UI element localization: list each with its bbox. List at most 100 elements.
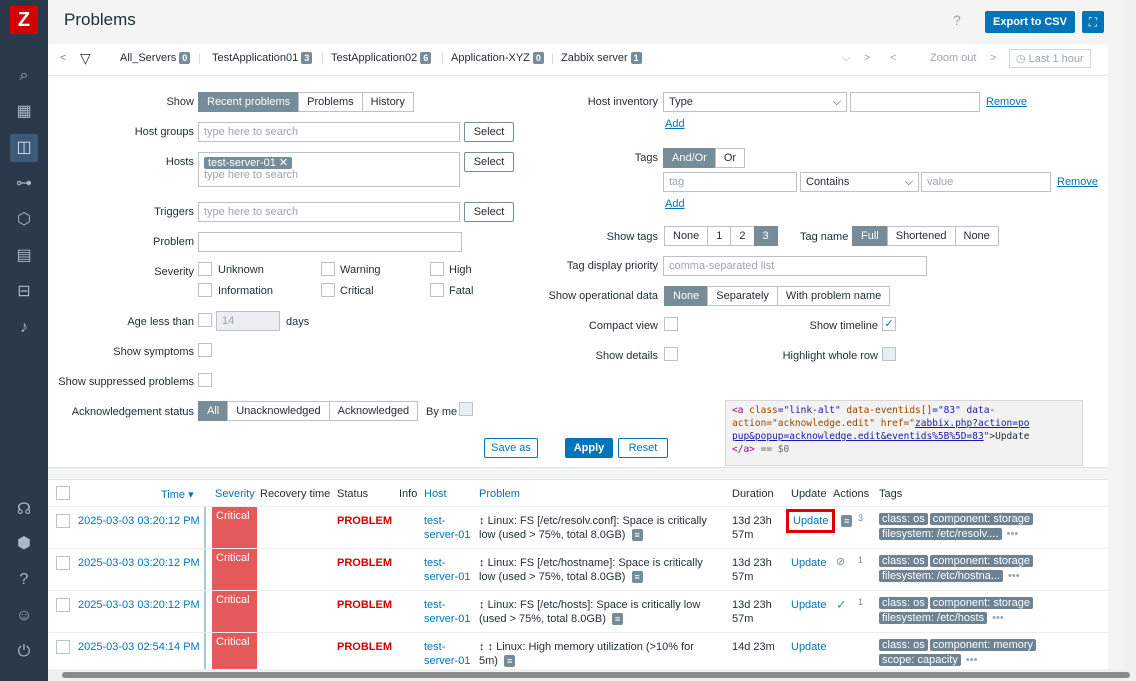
tab-zabbix-server[interactable]: Zabbix server 1 bbox=[561, 52, 642, 64]
tags-and-or[interactable]: And/Or bbox=[663, 148, 716, 168]
search-icon[interactable]: ⌕ bbox=[10, 62, 38, 90]
host-link-line1[interactable]: test- bbox=[424, 641, 445, 653]
tag-name-none[interactable]: None bbox=[954, 226, 999, 246]
update-link[interactable]: Update bbox=[791, 599, 826, 611]
sign-out-icon[interactable]: ⏻ bbox=[10, 638, 38, 666]
tag-add-link[interactable]: Add bbox=[665, 198, 685, 210]
save-as-button[interactable]: Save as bbox=[484, 438, 538, 458]
dashboard-icon[interactable]: ▦ bbox=[10, 98, 38, 126]
tag-chip[interactable]: class: os bbox=[879, 597, 928, 609]
integrations-icon[interactable]: ⬢ bbox=[10, 530, 38, 558]
severity-fatal-checkbox[interactable] bbox=[430, 283, 444, 297]
zoom-out-button[interactable]: Zoom out bbox=[930, 52, 976, 64]
severity-warning-checkbox[interactable] bbox=[321, 262, 335, 276]
problem-line1[interactable]: ↕ Linux: FS [/etc/hosts]: Space is criti… bbox=[479, 599, 700, 611]
ack-acknowledged[interactable]: Acknowledged bbox=[328, 401, 419, 421]
row-checkbox[interactable] bbox=[56, 640, 70, 654]
inventory-remove-link[interactable]: Remove bbox=[986, 96, 1027, 108]
tag-chip[interactable]: filesystem: /etc/hostna... bbox=[879, 570, 1003, 582]
suppressed-eye-icon[interactable]: ⊘ bbox=[836, 555, 845, 568]
reset-button[interactable]: Reset bbox=[618, 438, 668, 458]
problem-line1[interactable]: ↕ Linux: FS [/etc/hostname]: Space is cr… bbox=[479, 557, 703, 569]
triggers-input[interactable]: type here to search bbox=[198, 202, 460, 222]
tag-name-full[interactable]: Full bbox=[852, 226, 888, 246]
problem-time[interactable]: 2025-03-03 03:20:12 PM bbox=[78, 557, 200, 569]
show-tags-3[interactable]: 3 bbox=[753, 226, 778, 246]
by-me-checkbox[interactable] bbox=[459, 402, 473, 416]
host-inventory-select[interactable]: Type ⌵ bbox=[663, 92, 847, 112]
show-tags-none[interactable]: None bbox=[664, 226, 709, 246]
tag-name-shortened[interactable]: Shortened bbox=[886, 226, 956, 246]
acknowledged-check-icon[interactable]: ✓ bbox=[836, 597, 847, 613]
horizontal-scrollbar[interactable] bbox=[48, 669, 1136, 681]
tag-operator-select[interactable]: Contains ⌵ bbox=[800, 172, 919, 192]
show-recent-problems[interactable]: Recent problems bbox=[198, 92, 300, 112]
compact-view-checkbox[interactable] bbox=[664, 317, 678, 331]
show-tags-1[interactable]: 1 bbox=[707, 226, 732, 246]
show-problems[interactable]: Problems bbox=[298, 92, 363, 112]
tab-application-xyz[interactable]: Application-XYZ 0 bbox=[451, 52, 544, 64]
header-problem[interactable]: Problem bbox=[479, 488, 520, 500]
tag-chip[interactable]: component: storage bbox=[929, 597, 1034, 609]
show-tags-2[interactable]: 2 bbox=[730, 226, 755, 246]
chevron-down-icon[interactable]: ⌵ bbox=[842, 52, 850, 65]
actions-count[interactable]: 1 bbox=[858, 555, 863, 565]
hosts-multiselect[interactable]: test-server-01 ✕ type here to search bbox=[198, 152, 460, 187]
time-forward-icon[interactable]: > bbox=[990, 52, 996, 64]
triggers-select-button[interactable]: Select bbox=[464, 202, 514, 222]
host-link-line1[interactable]: test- bbox=[424, 515, 445, 527]
apply-button[interactable]: Apply bbox=[565, 438, 613, 458]
data-collection-icon[interactable]: ⊟ bbox=[10, 278, 38, 306]
problem-line2[interactable]: low (used > 75%, total 8.0GB) ≡ bbox=[479, 529, 643, 541]
help-icon[interactable]: ? bbox=[10, 566, 38, 594]
update-link[interactable]: Update bbox=[791, 641, 826, 653]
header-time[interactable]: Time ▾ bbox=[161, 488, 194, 501]
reports-icon[interactable]: ▤ bbox=[10, 242, 38, 270]
show-history[interactable]: History bbox=[361, 92, 414, 112]
problem-line2[interactable]: (used > 75%, total 8.0GB) ≡ bbox=[479, 613, 624, 625]
zabbix-logo[interactable]: Z bbox=[10, 6, 38, 34]
problem-input[interactable] bbox=[198, 232, 462, 252]
problem-line1[interactable]: ↕ ↕ Linux: High memory utilization (>10%… bbox=[479, 641, 694, 653]
more-icon[interactable]: ••• bbox=[989, 612, 1004, 624]
inventory-add-link[interactable]: Add bbox=[665, 118, 685, 130]
vertical-scrollbar[interactable] bbox=[1124, 0, 1136, 669]
show-timeline-checkbox[interactable]: ✓ bbox=[882, 317, 896, 331]
host-groups-input[interactable]: type here to search bbox=[198, 122, 460, 142]
more-icon[interactable]: ••• bbox=[963, 654, 978, 666]
problem-time[interactable]: 2025-03-03 03:20:12 PM bbox=[78, 515, 200, 527]
help-question-icon[interactable]: ? bbox=[953, 12, 961, 28]
alerts-icon[interactable]: ♪ bbox=[10, 314, 38, 342]
actions-count[interactable]: 1 bbox=[858, 597, 863, 607]
problem-line1[interactable]: ↕ Linux: FS [/etc/resolv.conf]: Space is… bbox=[479, 515, 707, 527]
problem-time[interactable]: 2025-03-03 03:20:12 PM bbox=[78, 599, 200, 611]
fullscreen-icon[interactable]: ⛶ bbox=[1082, 11, 1104, 33]
host-link-line2[interactable]: server-01 bbox=[424, 529, 470, 541]
support-icon[interactable]: ☊ bbox=[10, 496, 38, 524]
select-all-checkbox[interactable] bbox=[56, 486, 70, 500]
host-link-line2[interactable]: server-01 bbox=[424, 613, 470, 625]
inventory-icon[interactable]: ⬡ bbox=[10, 206, 38, 234]
tag-value-input[interactable]: value bbox=[921, 172, 1051, 192]
ack-all[interactable]: All bbox=[198, 401, 229, 421]
tag-chip[interactable]: class: os bbox=[879, 639, 928, 651]
tag-chip[interactable]: filesystem: /etc/hosts bbox=[879, 612, 988, 624]
tag-remove-link[interactable]: Remove bbox=[1057, 176, 1098, 188]
hosts-select-button[interactable]: Select bbox=[464, 152, 514, 172]
severity-unknown-checkbox[interactable] bbox=[198, 262, 212, 276]
severity-high-checkbox[interactable] bbox=[430, 262, 444, 276]
opdata-none[interactable]: None bbox=[664, 286, 709, 306]
update-link[interactable]: Update bbox=[791, 557, 826, 569]
host-groups-select-button[interactable]: Select bbox=[464, 122, 514, 142]
severity-information-checkbox[interactable] bbox=[198, 283, 212, 297]
tag-chip[interactable]: component: storage bbox=[929, 513, 1034, 525]
host-chip[interactable]: test-server-01 ✕ bbox=[204, 157, 293, 169]
tag-chip[interactable]: class: os bbox=[879, 555, 928, 567]
remove-chip-icon[interactable]: ✕ bbox=[279, 157, 288, 169]
message-icon[interactable]: ≡ bbox=[838, 515, 853, 527]
tag-priority-input[interactable]: comma-separated list bbox=[663, 256, 927, 276]
opdata-separately[interactable]: Separately bbox=[707, 286, 778, 306]
problem-line2[interactable]: low (used > 75%, total 8.0GB) ≡ bbox=[479, 571, 643, 583]
host-link-line2[interactable]: server-01 bbox=[424, 571, 470, 583]
host-link-line1[interactable]: test- bbox=[424, 557, 445, 569]
